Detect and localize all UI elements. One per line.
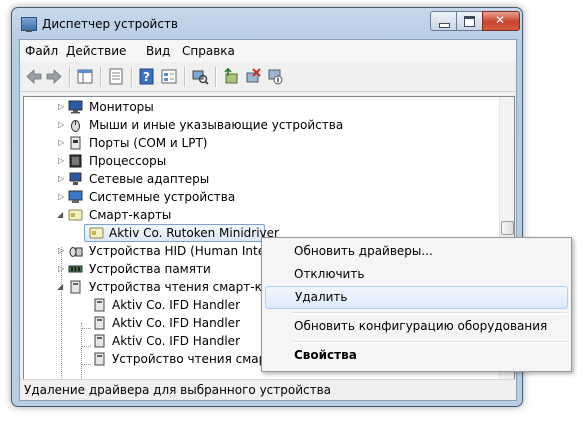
close-button[interactable] (482, 11, 520, 31)
status-bar: Удаление драйвера для выбранного устройс… (20, 379, 516, 400)
tree-item-monitors[interactable]: ▷ Мониторы (24, 98, 494, 116)
expand-arrow-icon[interactable]: ▷ (58, 170, 66, 188)
scrollbar-thumb[interactable] (501, 221, 514, 235)
smart-card-icon (68, 209, 83, 221)
menu-bar: Файл Действие Вид Справка (20, 40, 516, 62)
tree-item-mice[interactable]: ▷ Мыши и иные указывающие устройства (24, 116, 494, 134)
tree-item-label: Процессоры (89, 154, 167, 168)
collapse-arrow-icon[interactable]: ◢ (57, 278, 65, 296)
window-title: Диспетчер устройств (42, 17, 179, 31)
tree-item-label: Устройства чтения смарт-карт (89, 280, 284, 294)
tree-item-network-adapters[interactable]: ▷ Сетевые адаптеры (24, 170, 494, 188)
device-view-icon[interactable] (160, 68, 178, 85)
tree-item-system-devices[interactable]: ▷ Системные устройства (24, 188, 494, 206)
smart-card-icon (89, 227, 104, 239)
device-manager-icon (21, 17, 37, 32)
tree-item-rutoken-minidriver[interactable]: Aktiv Co. Rutoken Minidriver (84, 224, 279, 242)
menu-file[interactable]: Файл (25, 44, 58, 58)
port-icon (70, 136, 81, 150)
expand-arrow-icon[interactable]: ▷ (58, 188, 66, 206)
forward-arrow-icon[interactable] (45, 68, 63, 85)
toolbar: ? (20, 63, 516, 92)
tree-item-label: Сетевые адаптеры (89, 172, 210, 186)
maximize-button[interactable] (456, 11, 483, 31)
menu-action[interactable]: Действие (66, 44, 126, 58)
menu-help[interactable]: Справка (182, 44, 235, 58)
menu-disable[interactable]: Отключить (265, 264, 566, 285)
expand-arrow-icon[interactable]: ▷ (58, 260, 66, 278)
tree-item-label: Мыши и иные указывающие устройства (89, 118, 344, 132)
processor-icon (69, 154, 82, 168)
card-reader-icon (94, 316, 105, 330)
update-driver-icon[interactable] (222, 68, 240, 85)
memory-icon (68, 265, 83, 273)
svg-text:?: ? (143, 70, 150, 84)
expand-arrow-icon[interactable]: ▷ (58, 134, 66, 152)
title-bar[interactable]: Диспетчер устройств (12, 8, 522, 38)
context-menu: Обновить драйверы... Отключить Удалить О… (261, 237, 572, 372)
disable-device-icon[interactable] (266, 68, 284, 85)
tree-item-ports[interactable]: ▷ Порты (COM и LPT) (24, 134, 494, 152)
card-reader-icon (70, 280, 81, 294)
tree-item-label: Устройства памяти (89, 262, 211, 276)
status-text: Удаление драйвера для выбранного устройс… (24, 383, 332, 397)
card-reader-icon (94, 334, 105, 348)
menu-properties[interactable]: Свойства (265, 345, 566, 366)
hid-icon (69, 247, 83, 257)
card-reader-icon (94, 352, 105, 366)
tree-item-label: Aktiv Co. IFD Handler (112, 334, 240, 348)
menu-view[interactable]: Вид (146, 44, 170, 58)
tree-item-label: Aktiv Co. Rutoken Minidriver (109, 226, 279, 240)
tree-item-label: Системные устройства (89, 190, 236, 204)
tree-item-smart-cards[interactable]: ◢ Смарт-карты (24, 206, 494, 224)
menu-uninstall[interactable]: Удалить (265, 286, 568, 309)
mouse-icon (71, 120, 80, 132)
show-hide-console-tree-icon[interactable] (76, 68, 94, 85)
expand-arrow-icon[interactable]: ▷ (58, 98, 66, 116)
menu-update-drivers[interactable]: Обновить драйверы... (265, 241, 566, 262)
collapse-arrow-icon[interactable]: ◢ (57, 206, 65, 224)
scan-hardware-icon[interactable] (191, 68, 209, 85)
menu-separator (292, 312, 567, 314)
tree-item-label: Смарт-карты (89, 208, 172, 222)
monitor-icon (68, 100, 83, 114)
expand-arrow-icon[interactable]: ▷ (58, 116, 66, 134)
tree-item-label: Порты (COM и LPT) (89, 136, 208, 150)
tree-item-label: Aktiv Co. IFD Handler (112, 316, 240, 330)
menu-separator (292, 341, 567, 343)
expand-arrow-icon[interactable]: ▷ (58, 152, 66, 170)
back-arrow-icon[interactable] (25, 68, 43, 85)
expand-arrow-icon[interactable]: ▷ (58, 242, 66, 260)
tree-item-label: Aktiv Co. IFD Handler (112, 298, 240, 312)
properties-icon[interactable] (107, 68, 125, 85)
help-icon[interactable]: ? (138, 68, 156, 85)
card-reader-icon (94, 298, 105, 312)
menu-scan-hardware-changes[interactable]: Обновить конфигурацию оборудования (265, 316, 566, 337)
tree-item-label: Мониторы (89, 100, 154, 114)
minimize-button[interactable] (430, 11, 456, 31)
system-device-icon (68, 190, 83, 203)
tree-item-processors[interactable]: ▷ Процессоры (24, 152, 494, 170)
network-adapter-icon (69, 172, 82, 185)
uninstall-device-icon[interactable] (244, 68, 262, 85)
